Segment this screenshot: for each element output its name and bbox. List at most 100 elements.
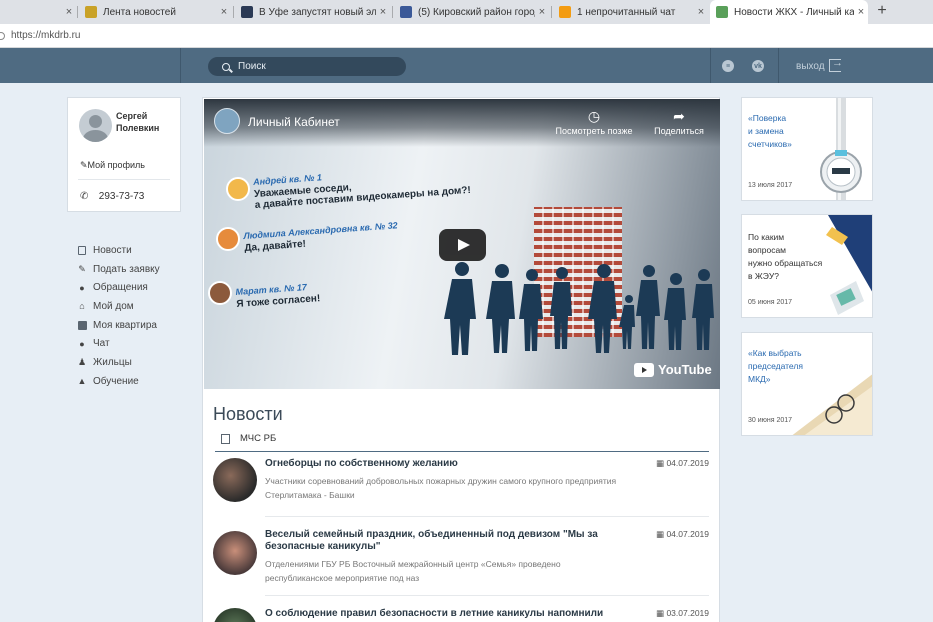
youtube-logo[interactable]: YouTube: [634, 362, 712, 377]
browser-tab[interactable]: В Уфе запустят новый электр ×: [235, 0, 390, 24]
news-heading: Новости: [213, 404, 283, 424]
calendar-icon: ▦: [656, 608, 667, 618]
browser-tab[interactable]: ×: [0, 0, 76, 24]
sidebar-item-label: Мой дом: [93, 300, 134, 312]
divider: [265, 595, 709, 596]
clock-icon: ◷: [587, 108, 601, 124]
tab-favicon-icon: [716, 6, 728, 18]
avatar[interactable]: [79, 109, 112, 142]
tab-close-icon[interactable]: ×: [854, 6, 868, 18]
header-divider: [180, 48, 181, 83]
news-thumbnail[interactable]: [213, 531, 257, 575]
tab-close-icon[interactable]: ×: [217, 6, 231, 18]
video-player[interactable]: Андрей кв. № 1 Уважаемые соседи, а давай…: [204, 99, 720, 389]
search-icon: [222, 62, 230, 71]
search-input[interactable]: Поиск: [208, 57, 406, 76]
promo-card-zheu[interactable]: По каким вопросам нужно обращаться в ЖЭУ…: [741, 214, 873, 318]
chat-bubbles-icon: ●: [79, 282, 85, 293]
chat-text: Да, давайте!: [244, 238, 307, 254]
sidebar-item-chat[interactable]: ● Чат: [76, 334, 160, 353]
sidebar-item-news[interactable]: Новости: [76, 241, 160, 260]
chat-icon[interactable]: ≡: [722, 60, 734, 72]
home-icon: ⌂: [79, 301, 85, 312]
new-tab-button[interactable]: +: [874, 2, 890, 20]
sidebar-item-label: Обращения: [93, 282, 148, 294]
calendar-icon: ▦: [656, 458, 667, 468]
news-title[interactable]: О соблюдение правил безопасности в летни…: [265, 608, 635, 622]
tab-close-icon[interactable]: ×: [535, 6, 549, 18]
building-icon: [76, 320, 88, 330]
news-date-label: 04.07.2019: [666, 529, 709, 539]
logout-icon[interactable]: [829, 57, 843, 72]
browser-tab-active[interactable]: Новости ЖКХ - Личный кабин ×: [710, 0, 868, 24]
tab-close-icon[interactable]: ×: [694, 6, 708, 18]
sidebar-item-training[interactable]: ▲ Обучение: [76, 372, 160, 391]
sidebar-item-label: Чат: [93, 338, 110, 350]
tab-separator: [551, 6, 552, 18]
news-thumbnail[interactable]: [213, 608, 257, 622]
tab-favicon-icon: [559, 6, 571, 18]
sidebar-item-residents[interactable]: ♟ Жильцы: [76, 353, 160, 372]
phone-number[interactable]: ✆ 293-73-73: [80, 191, 144, 202]
vk-icon[interactable]: vk: [752, 60, 764, 72]
browser-tab[interactable]: Лента новостей ×: [79, 0, 231, 24]
promo-card-title[interactable]: «Как выбрать председателя МКД»: [748, 347, 803, 386]
share-icon: ➦: [673, 108, 685, 124]
promo-card-title[interactable]: «Поверка и замена счетчиков»: [748, 112, 792, 151]
watch-later-label: Посмотреть позже: [555, 126, 633, 136]
browser-tab[interactable]: (5) Кировский район города ×: [394, 0, 549, 24]
sidebar-item-label: Новости: [93, 244, 132, 256]
site-header: Поиск ≡ vk выход: [0, 48, 933, 83]
sidebar-item-my-house[interactable]: ⌂ Мой дом: [76, 297, 160, 316]
profile-last-name: Полевкин: [116, 123, 160, 133]
header-divider: [778, 48, 779, 83]
youtube-icon: [634, 362, 654, 377]
pencil-icon: ✎: [78, 263, 86, 274]
watch-later-button[interactable]: ◷ Посмотреть позже: [549, 108, 639, 136]
calendar-icon: ▦: [656, 529, 667, 539]
promo-card-meters[interactable]: «Поверка и замена счетчиков» 13 июля 201…: [741, 97, 873, 201]
profile-first-name: Сергей: [116, 111, 148, 121]
news-icon: [76, 245, 88, 255]
promo-card-chairman[interactable]: «Как выбрать председателя МКД» 30 июня 2…: [741, 332, 873, 436]
tab-close-icon[interactable]: ×: [62, 6, 76, 18]
tab-favicon-icon: [400, 6, 412, 18]
news-title[interactable]: Веселый семейный праздник, объединенный …: [265, 529, 635, 553]
share-button[interactable]: ➦ Поделиться: [634, 108, 720, 136]
news-source[interactable]: МЧС РБ: [221, 433, 276, 444]
sidebar-item-submit-request[interactable]: ✎ Подать заявку: [76, 260, 160, 279]
avatar: [208, 281, 232, 305]
channel-avatar[interactable]: [214, 108, 240, 134]
site-info-icon[interactable]: [0, 31, 5, 40]
pencil-icon: ✎: [80, 160, 88, 170]
header-divider: [710, 48, 711, 83]
share-label: Поделиться: [654, 126, 704, 136]
tab-close-icon[interactable]: ×: [376, 6, 390, 18]
news-date-label: 04.07.2019: [666, 458, 709, 468]
news-title[interactable]: Огнеборцы по собственному желанию: [265, 458, 635, 470]
sidebar-item-my-apartment[interactable]: Моя квартира: [76, 316, 160, 335]
logout-link[interactable]: выход: [796, 61, 825, 72]
avatar: [216, 227, 240, 251]
browser-tab-strip: × Лента новостей × В Уфе запустят новый …: [0, 0, 933, 24]
my-profile-link[interactable]: ✎Мой профиль: [80, 160, 145, 171]
news-date-label: 03.07.2019: [666, 608, 709, 618]
address-bar[interactable]: https://mkdrb.ru: [0, 24, 933, 48]
users-icon: ♟: [77, 356, 87, 367]
avatar: [226, 177, 250, 201]
news-thumbnail[interactable]: [213, 458, 257, 502]
sidebar-item-appeals[interactable]: ● Обращения: [76, 278, 160, 297]
news-date: ▦ 04.07.2019: [656, 529, 709, 540]
sidebar-item-label: Жильцы: [93, 356, 132, 368]
video-chat-message: Марат кв. № 17 Я тоже согласен!: [235, 281, 320, 310]
browser-tab[interactable]: 1 непрочитанный чат ×: [553, 0, 708, 24]
phone-label: 293-73-73: [98, 191, 145, 202]
sidebar-item-label: Подать заявку: [93, 263, 160, 275]
people-silhouettes-image: [444, 262, 714, 355]
play-button[interactable]: [439, 229, 486, 261]
promo-card-title[interactable]: По каким вопросам нужно обращаться в ЖЭУ…: [748, 231, 822, 283]
sidebar-item-label: Обучение: [93, 375, 139, 387]
video-title[interactable]: Личный Кабинет: [248, 115, 340, 129]
tab-title: (5) Кировский район города: [418, 6, 535, 18]
divider: [265, 516, 709, 517]
